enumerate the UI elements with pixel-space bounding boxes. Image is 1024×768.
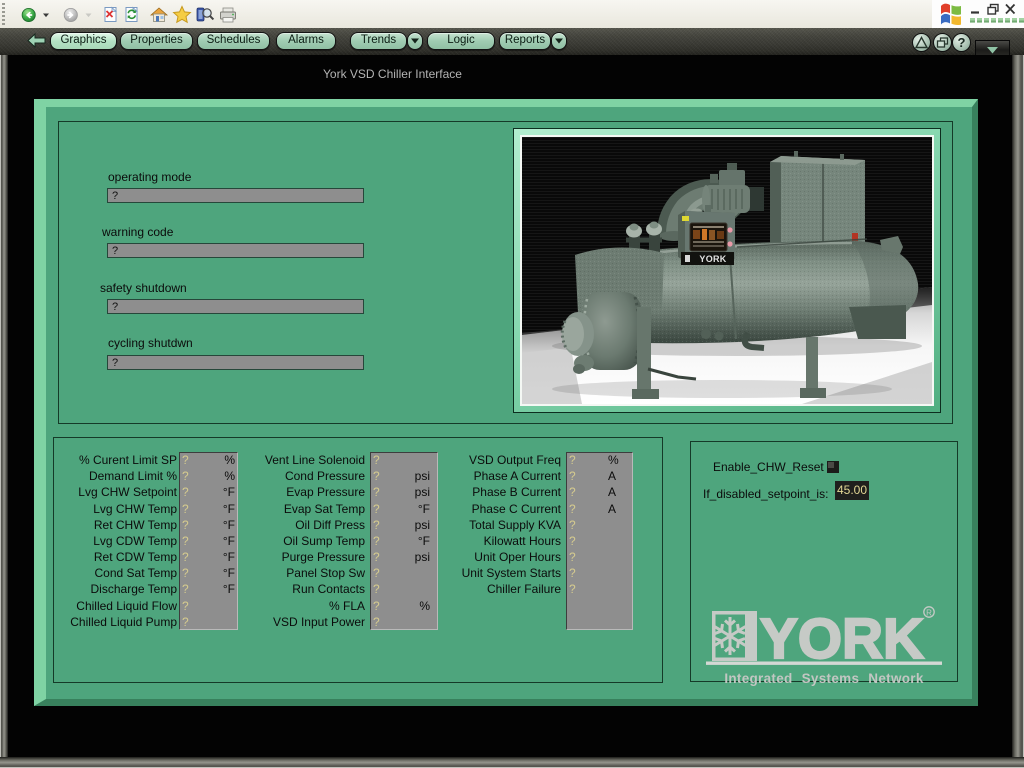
svg-text:Integrated Systems Network: Integrated Systems Network bbox=[724, 671, 924, 686]
svg-text:YORK: YORK bbox=[699, 254, 726, 264]
svg-text:YORK: YORK bbox=[760, 607, 924, 671]
svg-text:R: R bbox=[926, 609, 932, 618]
